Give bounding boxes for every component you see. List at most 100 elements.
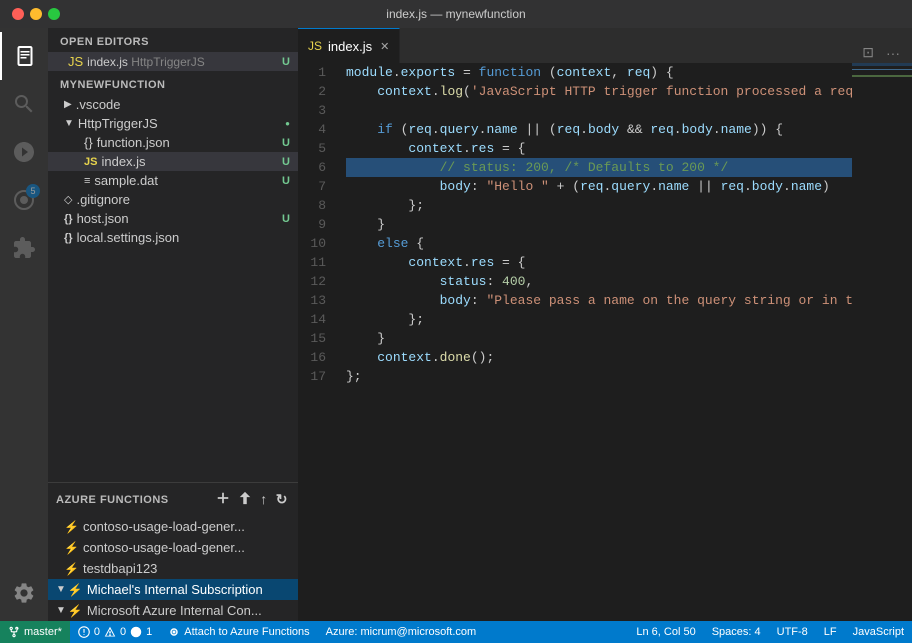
- azure-item-2[interactable]: ⚡ contoso-usage-load-gener...: [48, 537, 298, 558]
- tab-index-js[interactable]: JS index.js ✕: [298, 28, 400, 63]
- code-line-4: if (req.query.name || (req.body && req.b…: [346, 120, 852, 139]
- file-name-function-json: function.json: [97, 135, 282, 150]
- code-line-12: status: 400,: [346, 272, 852, 291]
- cursor-position-status[interactable]: Ln 6, Col 50: [628, 626, 703, 638]
- activity-bar: 5: [0, 28, 48, 621]
- debug-badge: 5: [26, 184, 40, 198]
- file-sample-dat[interactable]: ≡ sample.dat U: [48, 171, 298, 190]
- code-content[interactable]: module.exports = function (context, req)…: [338, 63, 852, 621]
- warning-icon: [104, 626, 116, 638]
- cursor-position: Ln 6, Col 50: [636, 626, 695, 638]
- azure-item-michaels[interactable]: ▼ ⚡ Michael's Internal Subscription: [48, 579, 298, 600]
- azure-item-label-2: contoso-usage-load-gener...: [83, 540, 245, 555]
- git-branch-status[interactable]: master*: [0, 621, 70, 643]
- debug-attach-icon: [168, 626, 180, 638]
- http-badge: ●: [285, 119, 290, 128]
- status-bar: master* 0 0 1 Attach to Azure Functions …: [0, 621, 912, 643]
- azure-item-label-5: Microsoft Azure Internal Con...: [87, 603, 262, 618]
- file-vscode[interactable]: ▶ .vscode: [48, 95, 298, 114]
- code-line-17: };: [346, 367, 852, 386]
- azure-item-3[interactable]: ⚡ testdbapi123: [48, 558, 298, 579]
- azure-upload-icon[interactable]: ↑: [258, 489, 270, 510]
- azure-account-status[interactable]: Azure: micrum@microsoft.com: [318, 621, 485, 643]
- minimap-canvas: [852, 63, 912, 621]
- spaces-label: Spaces: 4: [712, 626, 761, 638]
- gitignore-icon: ◇: [64, 193, 72, 206]
- chevron-right-icon: ▶: [64, 99, 72, 110]
- json-icon: {}: [84, 135, 93, 150]
- file-tree: OPEN EDITORS JS index.js HttpTriggerJS U…: [48, 28, 298, 482]
- folder-name: .vscode: [76, 97, 298, 112]
- function-json-badge: U: [282, 137, 290, 149]
- indentation-status[interactable]: Spaces: 4: [704, 626, 769, 638]
- code-editor[interactable]: 1 2 3 4 5 6 7 8 9 10 11 12 13 14 15 16 1…: [298, 63, 912, 621]
- code-line-16: context.done();: [346, 348, 852, 367]
- activity-search[interactable]: [0, 80, 48, 128]
- branch-name: master*: [24, 626, 62, 638]
- file-index-js[interactable]: JS index.js U: [48, 152, 298, 171]
- chevron-ms-icon: ▼: [56, 605, 66, 616]
- activity-git[interactable]: [0, 128, 48, 176]
- code-line-10: else {: [346, 234, 852, 253]
- azure-item-label-1: contoso-usage-load-gener...: [83, 519, 245, 534]
- index-js-badge: U: [282, 156, 290, 168]
- editor-area: JS index.js ✕ ⊡ ··· 1 2 3 4 5 6 7 8 9 10: [298, 28, 912, 621]
- window-title: index.js — mynewfunction: [386, 7, 525, 21]
- dat-icon: ≡: [84, 175, 90, 187]
- azure-header-actions: ↑ ↻: [214, 489, 290, 510]
- maximize-dot[interactable]: [48, 8, 60, 20]
- sample-dat-badge: U: [282, 175, 290, 187]
- code-line-2: context.log('JavaScript HTTP trigger fun…: [346, 82, 852, 101]
- language-status[interactable]: JavaScript: [845, 626, 912, 638]
- window-controls[interactable]: [12, 8, 60, 20]
- activity-explorer[interactable]: [0, 32, 48, 80]
- attach-azure-status[interactable]: Attach to Azure Functions: [160, 621, 317, 643]
- open-editor-name: index.js HttpTriggerJS: [87, 55, 282, 69]
- file-local-settings[interactable]: {} local.settings.json: [48, 228, 298, 247]
- more-actions-icon[interactable]: ···: [882, 43, 904, 63]
- activity-extensions[interactable]: [0, 224, 48, 272]
- line-ending-status[interactable]: LF: [816, 626, 845, 638]
- azure-refresh-icon[interactable]: ↻: [274, 489, 290, 510]
- file-httptriggerjs[interactable]: ▼ HttpTriggerJS ●: [48, 114, 298, 133]
- azure-add-icon[interactable]: [214, 489, 232, 510]
- file-name-host-json: host.json: [77, 211, 282, 226]
- azure-item-1[interactable]: ⚡ contoso-usage-load-gener...: [48, 516, 298, 537]
- json-icon3: {}: [64, 232, 73, 244]
- code-line-7: body: "Hello " + (req.query.name || req.…: [346, 177, 852, 196]
- activity-debug[interactable]: 5: [0, 176, 48, 224]
- warning-count: 0: [120, 626, 126, 638]
- azure-panel-header: AZURE FUNCTIONS ↑ ↻: [48, 483, 298, 516]
- close-dot[interactable]: [12, 8, 24, 20]
- minimize-dot[interactable]: [30, 8, 42, 20]
- errors-status[interactable]: 0 0 1: [70, 621, 160, 643]
- file-name-sample-dat: sample.dat: [94, 173, 282, 188]
- error-count: 0: [94, 626, 100, 638]
- tab-close-button[interactable]: ✕: [380, 40, 389, 53]
- code-line-13: body: "Please pass a name on the query s…: [346, 291, 852, 310]
- sidebar: OPEN EDITORS JS index.js HttpTriggerJS U…: [48, 28, 298, 621]
- file-name-index-js: index.js: [101, 154, 282, 169]
- code-line-14: };: [346, 310, 852, 329]
- file-gitignore[interactable]: ◇ .gitignore: [48, 190, 298, 209]
- azure-deploy-icon[interactable]: [236, 489, 254, 510]
- azure-item-label-3: testdbapi123: [83, 561, 157, 576]
- encoding-status[interactable]: UTF-8: [769, 626, 816, 638]
- activity-settings[interactable]: [0, 573, 48, 621]
- status-right: Ln 6, Col 50 Spaces: 4 UTF-8 LF JavaScri…: [628, 626, 912, 638]
- azure-item-5[interactable]: ▼ ⚡ Microsoft Azure Internal Con...: [48, 600, 298, 621]
- tab-label: index.js: [328, 39, 372, 54]
- azure-func-icon-3: ⚡: [64, 562, 79, 576]
- file-function-json[interactable]: {} function.json U: [48, 133, 298, 152]
- open-editor-index-js[interactable]: JS index.js HttpTriggerJS U: [48, 52, 298, 71]
- azure-email: Azure: micrum@microsoft.com: [326, 626, 477, 638]
- azure-func-icon-2: ⚡: [64, 541, 79, 555]
- file-host-json[interactable]: {} host.json U: [48, 209, 298, 228]
- line-ending-label: LF: [824, 626, 837, 638]
- code-line-11: context.res = {: [346, 253, 852, 272]
- line-numbers: 1 2 3 4 5 6 7 8 9 10 11 12 13 14 15 16 1…: [298, 63, 338, 621]
- azure-func-icon-5: ⚡: [68, 604, 83, 618]
- azure-panel: AZURE FUNCTIONS ↑ ↻ ⚡ contoso-usage-load…: [48, 482, 298, 621]
- split-editor-icon[interactable]: ⊡: [858, 42, 878, 63]
- chevron-down-icon: ▼: [64, 118, 74, 129]
